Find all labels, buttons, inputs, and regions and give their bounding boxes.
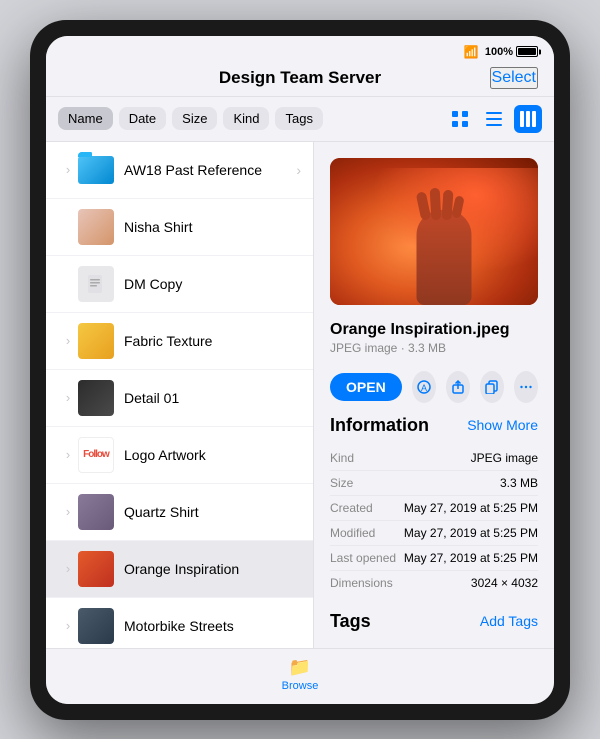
expand-icon: › — [58, 162, 78, 177]
ipad-frame: 📶 100% Design Team Server Select Name Da… — [30, 20, 570, 720]
browse-tab-button[interactable]: 📁 Browse — [282, 657, 319, 692]
info-row-size: Size 3.3 MB — [330, 471, 538, 496]
tags-header: Tags Add Tags — [330, 611, 538, 632]
file-thumbnail — [78, 551, 114, 587]
file-subtitle: JPEG image · 3.3 MB — [330, 341, 538, 355]
info-title: Information — [330, 415, 429, 436]
file-thumbnail — [78, 380, 114, 416]
tags-section: Tags Add Tags — [330, 611, 538, 632]
open-button[interactable]: OPEN — [330, 373, 402, 401]
list-view-button[interactable] — [480, 105, 508, 133]
preview-image-inner — [330, 158, 538, 305]
svg-text:A: A — [421, 383, 427, 393]
battery-icon — [516, 46, 538, 57]
expand-icon: › — [58, 561, 78, 576]
action-buttons: OPEN A — [330, 371, 538, 403]
wifi-icon: 📶 — [464, 45, 479, 59]
browse-icon: 📁 — [289, 657, 311, 678]
filter-bar: Name Date Size Kind Tags — [46, 97, 554, 142]
list-item[interactable]: › Detail 01 — [46, 370, 313, 427]
filter-kind[interactable]: Kind — [223, 107, 269, 130]
list-item[interactable]: › Motorbike Streets — [46, 598, 313, 648]
expand-icon: › — [58, 333, 78, 348]
list-item[interactable]: DM Copy — [46, 256, 313, 313]
file-list: › AW18 Past Reference › Nisha Shirt — [46, 142, 314, 648]
tags-title: Tags — [330, 611, 371, 632]
list-item[interactable]: › Fabric Texture — [46, 313, 313, 370]
file-thumbnail — [78, 152, 114, 188]
view-controls — [446, 105, 542, 133]
file-thumbnail — [78, 608, 114, 644]
expand-icon: › — [58, 390, 78, 405]
status-bar: 📶 100% — [46, 36, 554, 64]
select-button[interactable]: Select — [490, 67, 538, 89]
file-thumbnail — [78, 209, 114, 245]
file-thumbnail — [78, 266, 114, 302]
file-thumbnail — [78, 494, 114, 530]
expand-icon: › — [58, 618, 78, 633]
share-button[interactable] — [446, 371, 470, 403]
file-detail-name: Orange Inspiration.jpeg JPEG image · 3.3… — [330, 317, 538, 355]
browse-label: Browse — [282, 680, 319, 692]
info-row-modified: Modified May 27, 2019 at 5:25 PM — [330, 521, 538, 546]
battery-percent: 100% — [485, 46, 513, 58]
expand-icon: › — [58, 504, 78, 519]
list-item[interactable]: › Orange Inspiration — [46, 541, 313, 598]
nav-bar: Design Team Server Select — [46, 64, 554, 97]
info-section: Information Show More Kind JPEG image Si… — [330, 415, 538, 595]
file-title: Orange Inspiration.jpeg — [330, 321, 538, 339]
info-row-lastopened: Last opened May 27, 2019 at 5:25 PM — [330, 546, 538, 571]
info-row-dimensions: Dimensions 3024 × 4032 — [330, 571, 538, 595]
list-item[interactable]: › Follow Logo Artwork — [46, 427, 313, 484]
chevron-right-icon: › — [296, 162, 301, 178]
file-thumbnail: Follow — [78, 437, 114, 473]
list-item[interactable]: › Quartz Shirt — [46, 484, 313, 541]
battery-container: 100% — [485, 46, 538, 58]
list-item[interactable]: › AW18 Past Reference › — [46, 142, 313, 199]
expand-icon: › — [58, 447, 78, 462]
detail-panel: Orange Inspiration.jpeg JPEG image · 3.3… — [314, 142, 554, 648]
filter-size[interactable]: Size — [172, 107, 217, 130]
filter-tags[interactable]: Tags — [275, 107, 322, 130]
show-more-button[interactable]: Show More — [467, 417, 538, 433]
filter-date[interactable]: Date — [119, 107, 166, 130]
info-header: Information Show More — [330, 415, 538, 436]
battery-fill — [518, 48, 536, 55]
info-row-kind: Kind JPEG image — [330, 446, 538, 471]
copy-button[interactable] — [480, 371, 504, 403]
preview-image — [330, 158, 538, 305]
filter-name[interactable]: Name — [58, 107, 113, 130]
add-tags-button[interactable]: Add Tags — [480, 613, 538, 629]
info-row-created: Created May 27, 2019 at 5:25 PM — [330, 496, 538, 521]
more-button[interactable] — [514, 371, 538, 403]
list-item[interactable]: Nisha Shirt — [46, 199, 313, 256]
main-content: › AW18 Past Reference › Nisha Shirt — [46, 142, 554, 648]
nav-title: Design Team Server — [219, 68, 381, 88]
annotate-button[interactable]: A — [412, 371, 436, 403]
file-thumbnail — [78, 323, 114, 359]
grid-view-button[interactable] — [446, 105, 474, 133]
ipad-screen: 📶 100% Design Team Server Select Name Da… — [46, 36, 554, 704]
tab-bar: 📁 Browse — [46, 648, 554, 704]
column-view-button[interactable] — [514, 105, 542, 133]
